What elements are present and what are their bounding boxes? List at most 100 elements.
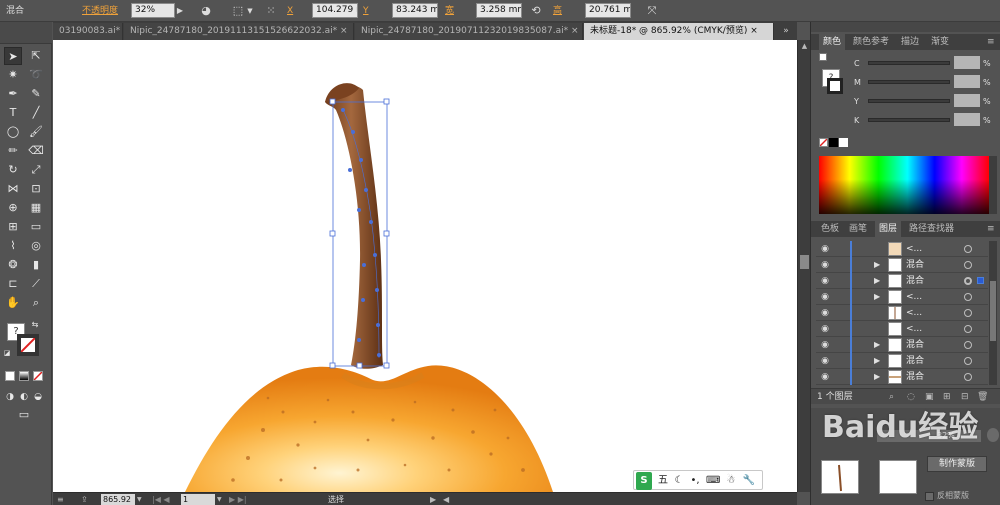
white-swatch[interactable] [839,138,848,147]
direct-selection-tool-icon[interactable]: ⇱ [27,47,45,65]
ime-mode[interactable]: 五 [656,472,670,490]
vertical-scrollbar[interactable]: ▲ [797,40,810,492]
layer-name[interactable]: <... [906,305,922,321]
selection-tool-icon[interactable]: ➤ [4,47,22,65]
page-dropdown-icon[interactable]: ▼ [217,493,225,505]
draw-inside-icon[interactable]: ◒ [32,388,44,406]
share-icon[interactable]: ⇪ [81,493,95,505]
shape-builder-tool-icon[interactable]: ⊕ [4,199,22,217]
height-input[interactable]: 20.761 mm [585,3,631,18]
eyedropper-tool-icon[interactable]: ⌇ [4,237,22,255]
layer-row[interactable]: ◉ <... [816,241,988,257]
skin-icon[interactable]: ☃ [724,472,738,490]
layer-name[interactable]: <... [906,289,922,305]
target-icon[interactable] [964,245,972,253]
tab-doc-3[interactable]: Nipic_24787180_20190711232019835087.ai* … [355,23,583,40]
layers-scroll-thumb[interactable] [990,281,996,341]
gradient-mode-icon[interactable] [19,371,29,381]
tab-doc-2[interactable]: Nipic_24787180_20191113151526622032.ai* … [124,23,354,40]
expand-icon[interactable] [874,243,884,255]
scroll-up-icon[interactable]: ▲ [800,42,809,51]
rotate-tool-icon[interactable]: ↻ [4,161,22,179]
visibility-eye-icon[interactable]: ◉ [818,307,832,319]
channel-c-input[interactable] [954,56,980,69]
target-icon[interactable] [964,261,972,269]
scale-tool-icon[interactable]: ⤢ [27,161,45,179]
zoom-tool-icon[interactable]: ⌕ [27,294,45,312]
draw-behind-icon[interactable]: ◐ [18,388,30,406]
curvature-tool-icon[interactable]: ✎ [27,85,45,103]
ellipse-tool-icon[interactable]: ◯ [4,123,22,141]
delete-layer-icon[interactable]: 🗑 [977,389,988,405]
status-expand-icon[interactable]: ▶ [430,493,438,505]
layer-name[interactable]: 混合 [906,257,924,273]
color-panel-scrollbar[interactable] [989,156,997,214]
make-mask-button[interactable]: 制作蒙版 [927,456,987,472]
tab-swatches[interactable]: 色板 [817,221,843,237]
layer-row[interactable]: ◉ ▶ <... [816,289,988,305]
transparency-opacity-dropdown-icon[interactable] [987,428,999,442]
layer-name[interactable]: 混合 [906,337,924,353]
lasso-tool-icon[interactable]: ➰ [27,66,45,84]
visibility-eye-icon[interactable]: ◉ [818,355,832,367]
channel-k-slider[interactable] [868,118,950,122]
layers-scrollbar[interactable] [989,241,997,385]
stroke-swatch-icon[interactable] [17,334,39,356]
layer-row[interactable]: ◉ <... [816,305,988,321]
target-icon[interactable] [964,309,972,317]
mini-fill-icon[interactable] [819,53,827,61]
artboard-tool-icon[interactable]: ⊏ [4,275,22,293]
pencil-tool-icon[interactable]: ✏ [4,142,22,160]
target-icon[interactable] [964,357,972,365]
channel-m-input[interactable] [954,75,980,88]
x-label[interactable]: X [287,0,293,22]
tab-stroke[interactable]: 描边 [897,34,923,50]
pear-artwork[interactable] [53,40,797,492]
layer-name[interactable]: 混合 [906,273,924,289]
target-icon[interactable] [964,277,972,285]
layer-row[interactable]: ◉ ▶ 混合 [816,273,988,289]
slice-tool-icon[interactable]: ⟋ [27,275,45,293]
visibility-eye-icon[interactable]: ◉ [818,275,832,287]
next-page-icon[interactable]: ▶ ▶| [229,493,253,505]
target-icon[interactable] [964,373,972,381]
hand-tool-icon[interactable]: ✋ [4,294,22,312]
eraser-tool-icon[interactable]: ⌫ [27,142,45,160]
opacity-label[interactable]: 不透明度 [82,0,118,22]
visibility-eye-icon[interactable]: ◉ [818,291,832,303]
channel-c-slider[interactable] [868,61,950,65]
invert-mask-checkbox[interactable] [925,492,934,501]
layer-name[interactable]: 混合 [906,369,924,385]
target-icon[interactable] [964,341,972,349]
status-menu-icon[interactable]: ≡ [57,493,73,505]
visibility-eye-icon[interactable]: ◉ [818,371,832,383]
expand-icon[interactable]: ▶ [874,339,884,351]
gradient-tool-icon[interactable]: ▭ [27,218,45,236]
expand-icon[interactable]: ▶ [874,355,884,367]
x-input[interactable]: 104.279 m [312,3,358,18]
constrain-proportions-icon[interactable]: ⟲ [528,3,544,19]
ime-toolbar[interactable]: S 五 ☾ •, ⌨ ☃ 🔧 [633,470,763,490]
keyboard-icon[interactable]: ⌨ [706,472,720,490]
recolor-icon[interactable]: ◕ [198,3,214,19]
visibility-eye-icon[interactable]: ◉ [818,339,832,351]
default-fill-stroke-icon[interactable]: ◪ [2,348,12,358]
color-mode-icon[interactable] [5,371,15,381]
none-swatch-icon[interactable] [819,138,828,147]
line-tool-icon[interactable]: ╱ [27,104,45,122]
magic-wand-tool-icon[interactable]: ✷ [4,66,22,84]
visibility-eye-icon[interactable]: ◉ [818,243,832,255]
height-label[interactable]: 高 [553,0,562,22]
zoom-input[interactable]: 865.92 [101,494,135,505]
panel-menu-icon[interactable]: ≡ [983,34,999,50]
mask-thumbnail[interactable] [879,460,917,494]
width-input[interactable]: 3.258 mm [476,3,522,18]
scroll-left-icon[interactable]: ◀ [443,493,451,505]
tool-panel-grip[interactable] [0,22,52,44]
close-icon[interactable]: × [340,26,348,36]
perspective-grid-tool-icon[interactable]: ▦ [27,199,45,217]
artboard-canvas[interactable] [53,40,797,492]
tab-gradient[interactable]: 渐变 [927,34,953,50]
layer-row[interactable]: ◉ ▶ 混合 [816,369,988,385]
width-tool-icon[interactable]: ⋈ [4,180,22,198]
